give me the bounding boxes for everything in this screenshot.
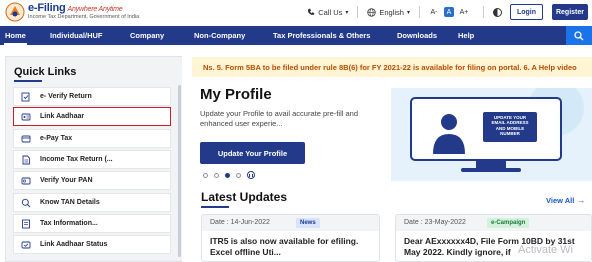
nav-company[interactable]: Company bbox=[130, 31, 164, 40]
chevron-down-icon: ▾ bbox=[406, 9, 410, 16]
quick-link-label: Link Aadhaar bbox=[40, 113, 85, 120]
globe-icon bbox=[367, 7, 377, 17]
logo-title: e-Filing bbox=[28, 2, 66, 15]
quick-link-link-aadhaar[interactable]: Link Aadhaar bbox=[13, 107, 171, 126]
quick-link-e-pay-tax[interactable]: e-Pay Tax bbox=[13, 129, 171, 148]
quick-link-label: e- Verify Return bbox=[40, 93, 92, 100]
carousel-dot-active[interactable] bbox=[225, 172, 230, 178]
title-underline bbox=[14, 80, 42, 82]
quick-link-verify-pan[interactable]: Verify Your PAN bbox=[13, 171, 171, 190]
divider bbox=[483, 6, 484, 18]
divider bbox=[419, 6, 420, 18]
quick-link-tax-information[interactable]: Tax Information... bbox=[13, 214, 171, 233]
quick-link-e-verify-return[interactable]: e- Verify Return bbox=[13, 87, 171, 106]
quick-link-label: Income Tax Return (... bbox=[40, 156, 113, 163]
font-normal-button[interactable]: A bbox=[444, 7, 454, 17]
top-header: e-Filing Anywhere Anytime Income Tax Depa… bbox=[0, 0, 592, 26]
update-date: Date : 23-May-2022 bbox=[404, 219, 466, 226]
quick-link-label: Tax Information... bbox=[40, 220, 98, 227]
carousel-dot[interactable] bbox=[203, 172, 208, 178]
nav-downloads[interactable]: Downloads bbox=[397, 31, 437, 40]
font-increase-button[interactable]: A+ bbox=[459, 7, 469, 17]
pay-icon bbox=[21, 135, 31, 142]
search-button[interactable] bbox=[566, 26, 592, 45]
contrast-icon[interactable] bbox=[493, 7, 502, 17]
quick-link-label: Know TAN Details bbox=[40, 199, 100, 206]
site-logo[interactable]: e-Filing Anywhere Anytime Income Tax Depa… bbox=[5, 2, 139, 22]
status-icon bbox=[21, 241, 31, 248]
phone-icon bbox=[308, 8, 315, 15]
nav-tax-professionals[interactable]: Tax Professionals & Others bbox=[273, 31, 370, 40]
language-label: English bbox=[379, 7, 404, 17]
language-select[interactable]: English ▾ bbox=[367, 8, 410, 17]
promo-banner: UPDATE YOUR EMAIL ADDRESS AND MOBILE NUM… bbox=[391, 88, 592, 181]
main-nav: Home Individual/HUF Company Non-Company … bbox=[0, 26, 592, 45]
announcement-ticker: Ns. 5. Form 5BA to be filed under rule 8… bbox=[192, 57, 592, 77]
profile-title: My Profile bbox=[200, 86, 272, 103]
carousel-dot[interactable] bbox=[214, 172, 219, 178]
logo-tagline: Anywhere Anytime bbox=[67, 6, 123, 14]
carousel-indicators bbox=[203, 171, 255, 179]
quick-links-title: Quick Links bbox=[14, 66, 77, 78]
login-button[interactable]: Login bbox=[510, 4, 543, 20]
verify-icon bbox=[21, 92, 30, 101]
emblem-icon bbox=[5, 2, 25, 22]
nav-help[interactable]: Help bbox=[458, 31, 474, 40]
quick-links-panel: Quick Links e- Verify Return Link Aadhaa… bbox=[5, 56, 182, 262]
search-icon bbox=[574, 30, 584, 40]
pan-icon bbox=[21, 177, 31, 184]
nav-individual-huf[interactable]: Individual/HUF bbox=[50, 31, 103, 40]
profile-description: Update your Profile to avail accurate pr… bbox=[200, 109, 358, 128]
quick-link-know-tan[interactable]: Know TAN Details bbox=[13, 193, 171, 212]
nav-home[interactable]: Home bbox=[4, 31, 27, 45]
title-underline bbox=[201, 206, 229, 208]
news-badge: News bbox=[296, 218, 320, 228]
pause-icon[interactable] bbox=[247, 171, 255, 179]
font-decrease-button[interactable]: A- bbox=[429, 7, 439, 17]
update-text: ITR5 is also now available for efiling. … bbox=[210, 236, 359, 257]
itr-icon bbox=[22, 155, 30, 164]
update-date: Date : 14-Jun-2022 bbox=[210, 219, 270, 226]
view-all-link[interactable]: View All → bbox=[546, 196, 585, 205]
quick-link-label: Verify Your PAN bbox=[40, 177, 93, 184]
campaign-badge: e-Campaign bbox=[487, 218, 530, 228]
link-icon bbox=[21, 113, 31, 120]
update-card[interactable]: Date : 14-Jun-2022 News ITR5 is also now… bbox=[201, 214, 380, 262]
info-icon bbox=[22, 219, 30, 228]
call-us-menu[interactable]: Call Us ▾ bbox=[307, 8, 348, 17]
arrow-right-icon: → bbox=[577, 196, 586, 205]
quick-link-label: e-Pay Tax bbox=[40, 135, 73, 142]
view-all-label: View All bbox=[546, 196, 575, 205]
tan-icon bbox=[21, 198, 31, 207]
divider bbox=[357, 6, 359, 18]
quick-link-label: Link Aadhaar Status bbox=[40, 241, 108, 248]
logo-subtitle: Income Tax Department, Government of Ind… bbox=[28, 14, 140, 21]
call-us-label: Call Us bbox=[318, 7, 343, 17]
activate-windows-watermark: Activate Wi bbox=[518, 244, 574, 256]
register-button[interactable]: Register bbox=[552, 4, 588, 20]
update-profile-button[interactable]: Update Your Profile bbox=[200, 142, 305, 164]
carousel-dot[interactable] bbox=[236, 172, 241, 178]
quick-link-aadhaar-status[interactable]: Link Aadhaar Status bbox=[13, 235, 171, 254]
ticker-text: Ns. 5. Form 5BA to be filed under rule 8… bbox=[203, 62, 577, 72]
chevron-down-icon: ▾ bbox=[345, 9, 349, 16]
scrollbar[interactable] bbox=[178, 85, 181, 257]
quick-link-income-tax-return[interactable]: Income Tax Return (... bbox=[13, 150, 171, 169]
promo-text: UPDATE YOUR EMAIL ADDRESS AND MOBILE NUM… bbox=[491, 115, 529, 136]
nav-non-company[interactable]: Non-Company bbox=[194, 31, 245, 40]
latest-updates-title: Latest Updates bbox=[201, 190, 288, 204]
